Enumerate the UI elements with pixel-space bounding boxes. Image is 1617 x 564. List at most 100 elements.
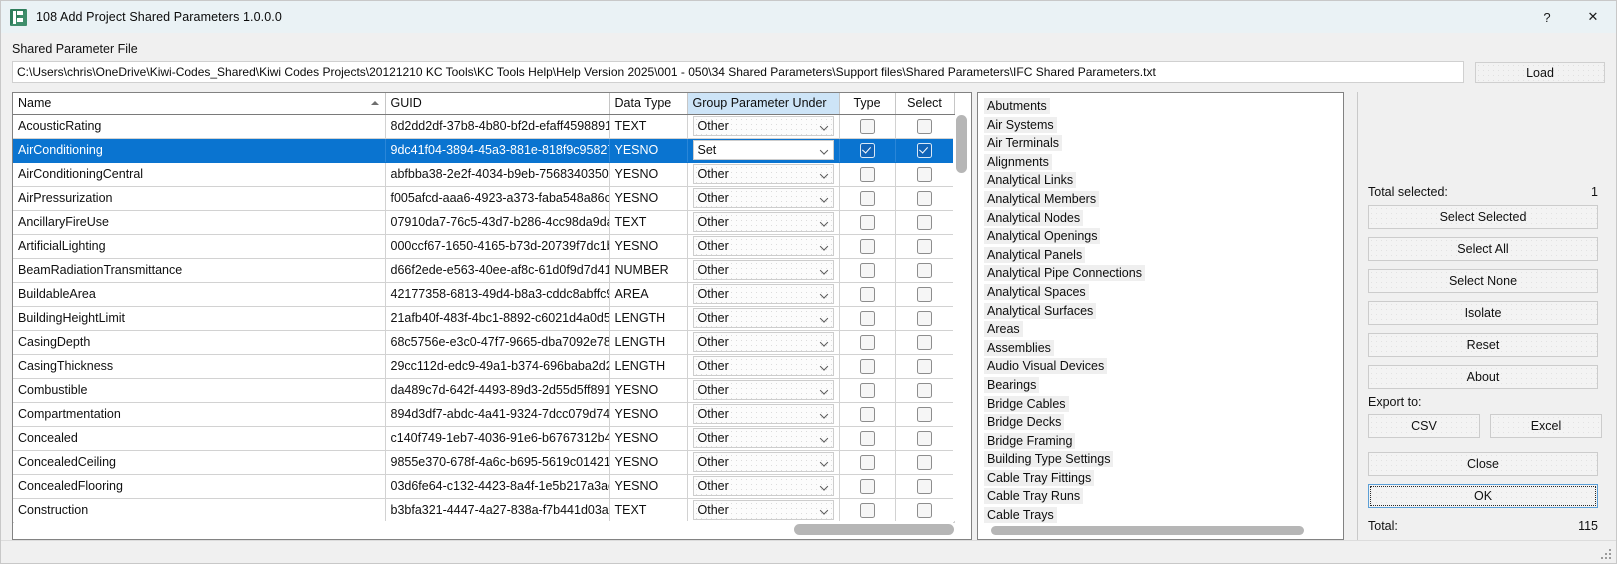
category-list-item[interactable]: Cable Tray Fittings bbox=[984, 469, 1343, 488]
cell-select-checkbox[interactable] bbox=[895, 378, 955, 403]
type-checkbox[interactable] bbox=[859, 454, 875, 470]
table-row[interactable]: Compartmentation 894d3df7-abdc-4a41-9324-… bbox=[13, 402, 955, 427]
grid-horizontal-scroll-thumb[interactable] bbox=[794, 524, 954, 535]
cell-type-checkbox[interactable] bbox=[839, 354, 896, 379]
load-button[interactable]: Load bbox=[1475, 62, 1605, 83]
cell-type-checkbox[interactable] bbox=[839, 450, 896, 475]
category-list-item[interactable]: Analytical Openings bbox=[984, 227, 1343, 246]
category-horizontal-scrollbar[interactable] bbox=[979, 523, 1342, 538]
select-checkbox[interactable] bbox=[917, 166, 932, 182]
table-row[interactable]: ConcealedFlooring 03d6fe64-c132-4423-8a4f… bbox=[13, 474, 955, 499]
select-all-button[interactable]: Select All bbox=[1368, 237, 1598, 261]
resize-grip-icon[interactable] bbox=[1601, 549, 1613, 561]
type-checkbox[interactable] bbox=[859, 118, 875, 134]
group-parameter-dropdown[interactable]: Other bbox=[692, 284, 834, 304]
cell-type-checkbox[interactable] bbox=[839, 114, 896, 139]
select-checkbox[interactable] bbox=[917, 478, 932, 494]
table-row[interactable]: ArtificialLighting 000ccf67-1650-4165-b73… bbox=[13, 234, 955, 259]
group-parameter-dropdown[interactable]: Other bbox=[692, 380, 834, 400]
export-excel-button[interactable]: Excel bbox=[1490, 414, 1602, 438]
cell-type-checkbox[interactable] bbox=[839, 258, 896, 283]
export-csv-button[interactable]: CSV bbox=[1368, 414, 1480, 438]
table-row[interactable]: AirConditioningCentral abfbba38-2e2f-4034… bbox=[13, 162, 955, 187]
grid-vertical-scrollbar[interactable] bbox=[953, 115, 970, 521]
category-list-item[interactable]: Assemblies bbox=[984, 339, 1343, 358]
column-header-data-type[interactable]: Data Type bbox=[609, 93, 688, 115]
column-header-name[interactable]: Name bbox=[13, 93, 386, 115]
cell-select-checkbox[interactable] bbox=[895, 162, 955, 187]
cell-type-checkbox[interactable] bbox=[839, 138, 896, 163]
type-checkbox[interactable] bbox=[859, 478, 875, 494]
select-checkbox[interactable] bbox=[917, 358, 932, 374]
select-selected-button[interactable]: Select Selected bbox=[1368, 205, 1598, 229]
category-list-item[interactable]: Bridge Decks bbox=[984, 413, 1343, 432]
select-checkbox[interactable] bbox=[917, 334, 932, 350]
cell-type-checkbox[interactable] bbox=[839, 378, 896, 403]
type-checkbox[interactable] bbox=[859, 334, 875, 350]
category-list-item[interactable]: Bridge Cables bbox=[984, 395, 1343, 414]
select-checkbox[interactable] bbox=[917, 502, 932, 518]
cell-type-checkbox[interactable] bbox=[839, 426, 896, 451]
category-list-item[interactable]: Audio Visual Devices bbox=[984, 357, 1343, 376]
table-row[interactable]: AncillaryFireUse 07910da7-76c5-43d7-b286-… bbox=[13, 210, 955, 235]
about-button[interactable]: About bbox=[1368, 365, 1598, 389]
group-parameter-dropdown[interactable]: Other bbox=[692, 164, 834, 184]
cell-select-checkbox[interactable] bbox=[895, 426, 955, 451]
table-row[interactable]: Concealed c140f749-1eb7-4036-91e6-b676731… bbox=[13, 426, 955, 451]
cell-select-checkbox[interactable] bbox=[895, 498, 955, 523]
category-horizontal-scroll-thumb[interactable] bbox=[991, 526, 1304, 535]
category-list-item[interactable]: Areas bbox=[984, 320, 1343, 339]
select-checkbox[interactable] bbox=[917, 406, 932, 422]
cell-type-checkbox[interactable] bbox=[839, 282, 896, 307]
category-list-item[interactable]: Building Type Settings bbox=[984, 450, 1343, 469]
cell-select-checkbox[interactable] bbox=[895, 114, 955, 139]
cell-type-checkbox[interactable] bbox=[839, 474, 896, 499]
select-checkbox[interactable] bbox=[917, 382, 932, 398]
grid-vertical-scroll-thumb[interactable] bbox=[956, 115, 967, 173]
type-checkbox[interactable] bbox=[859, 502, 875, 518]
group-parameter-dropdown[interactable]: Other bbox=[692, 308, 834, 328]
table-row[interactable]: BuildableArea 42177358-6813-49d4-b8a3-cdd… bbox=[13, 282, 955, 307]
group-parameter-dropdown[interactable]: Set bbox=[692, 140, 834, 160]
select-checkbox[interactable] bbox=[917, 310, 932, 326]
cell-select-checkbox[interactable] bbox=[895, 306, 955, 331]
cell-type-checkbox[interactable] bbox=[839, 402, 896, 427]
help-button[interactable]: ? bbox=[1524, 1, 1570, 33]
select-none-button[interactable]: Select None bbox=[1368, 269, 1598, 293]
type-checkbox[interactable] bbox=[859, 214, 875, 230]
table-row[interactable]: AcousticRating 8d2dd2df-37b8-4b80-bf2d-ef… bbox=[13, 114, 955, 139]
close-icon[interactable]: ✕ bbox=[1570, 1, 1616, 33]
shared-parameter-file-path[interactable]: C:\Users\chris\OneDrive\Kiwi-Codes_Share… bbox=[12, 61, 1464, 83]
reset-button[interactable]: Reset bbox=[1368, 333, 1598, 357]
table-row[interactable]: AirConditioning 9dc41f04-3894-45a3-881e-8… bbox=[13, 138, 955, 163]
category-list-item[interactable]: Bearings bbox=[984, 376, 1343, 395]
group-parameter-dropdown[interactable]: Other bbox=[692, 332, 834, 352]
grid-horizontal-scrollbar[interactable] bbox=[14, 521, 954, 538]
cell-select-checkbox[interactable] bbox=[895, 258, 955, 283]
category-list-item[interactable]: Analytical Surfaces bbox=[984, 302, 1343, 321]
group-parameter-dropdown[interactable]: Other bbox=[692, 188, 834, 208]
type-checkbox[interactable] bbox=[859, 286, 875, 302]
category-list-item[interactable]: Air Terminals bbox=[984, 134, 1343, 153]
cell-type-checkbox[interactable] bbox=[839, 330, 896, 355]
cell-type-checkbox[interactable] bbox=[839, 162, 896, 187]
column-header-select[interactable]: Select bbox=[895, 93, 955, 115]
group-parameter-dropdown[interactable]: Other bbox=[692, 260, 834, 280]
select-checkbox[interactable] bbox=[917, 454, 932, 470]
table-row[interactable]: CasingThickness 29cc112d-edc9-49a1-b374-6… bbox=[13, 354, 955, 379]
cell-select-checkbox[interactable] bbox=[895, 402, 955, 427]
select-checkbox[interactable] bbox=[917, 286, 932, 302]
cell-select-checkbox[interactable] bbox=[895, 474, 955, 499]
cell-select-checkbox[interactable] bbox=[895, 450, 955, 475]
group-parameter-dropdown[interactable]: Other bbox=[692, 476, 834, 496]
cell-type-checkbox[interactable] bbox=[839, 498, 896, 523]
category-list-item[interactable]: Analytical Pipe Connections bbox=[984, 264, 1343, 283]
group-parameter-dropdown[interactable]: Other bbox=[692, 116, 834, 136]
category-list-item[interactable]: Analytical Links bbox=[984, 171, 1343, 190]
category-list-item[interactable]: Bridge Framing bbox=[984, 432, 1343, 451]
select-checkbox[interactable] bbox=[917, 214, 932, 230]
category-list-item[interactable]: Cable Tray Runs bbox=[984, 487, 1343, 506]
group-parameter-dropdown[interactable]: Other bbox=[692, 236, 834, 256]
column-header-type[interactable]: Type bbox=[839, 93, 896, 115]
column-header-guid[interactable]: GUID bbox=[385, 93, 610, 115]
